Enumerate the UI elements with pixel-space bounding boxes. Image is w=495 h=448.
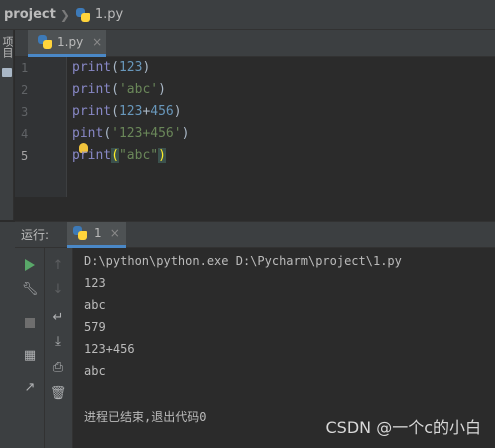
- console-line: 进程已结束,退出代码0: [84, 410, 207, 424]
- editor-bottom-area: [15, 197, 495, 222]
- close-tab-icon[interactable]: ×: [92, 35, 102, 49]
- folder-icon: [2, 68, 12, 77]
- console-line: 579: [84, 320, 106, 334]
- line-number: 2: [21, 83, 29, 97]
- code-line[interactable]: print(123+456): [72, 101, 182, 123]
- python-file-icon: [73, 226, 88, 240]
- python-file-icon: [75, 7, 90, 22]
- left-tool-strip: 项目: [0, 30, 14, 220]
- console-line: D:\python\python.exe D:\Pycharm\project\…: [84, 254, 402, 268]
- console-line: abc: [84, 364, 106, 378]
- wrench-icon[interactable]: 🔧︎: [21, 280, 39, 298]
- code-editor[interactable]: print(123) print('abc') print(123+456) p…: [68, 57, 495, 197]
- watermark: CSDN @一个c的小白: [325, 418, 481, 437]
- code-line[interactable]: print('abc'): [72, 79, 166, 101]
- breadcrumb-file[interactable]: 1.py: [95, 7, 123, 22]
- editor-tab-bar: 1.py ×: [15, 30, 495, 57]
- run-tab-1[interactable]: 1 ×: [67, 221, 126, 248]
- pin-icon[interactable]: ↗: [21, 378, 39, 396]
- editor-tab-1py[interactable]: 1.py ×: [28, 30, 106, 57]
- code-line[interactable]: print("abc"): [72, 145, 166, 167]
- scroll-to-end-icon[interactable]: ⤓: [49, 332, 67, 350]
- soft-wrap-icon[interactable]: ↵: [49, 308, 67, 326]
- run-tab-label: 1: [94, 226, 102, 240]
- python-file-icon: [38, 35, 52, 49]
- editor-tab-label: 1.py: [57, 35, 84, 49]
- navigation-bar: project ❯ 1.py: [0, 0, 495, 30]
- run-panel-title: 运行:: [21, 228, 50, 242]
- line-number: 5: [21, 149, 29, 163]
- project-tool-window-button[interactable]: 项目: [1, 36, 14, 58]
- up-arrow-icon[interactable]: ↑: [49, 256, 67, 274]
- code-line[interactable]: print(123): [72, 57, 150, 79]
- code-line[interactable]: p int('123+456'): [72, 123, 189, 153]
- line-number: 4: [21, 127, 29, 141]
- console-line: abc: [84, 298, 106, 312]
- breadcrumb-project[interactable]: project: [4, 7, 56, 22]
- run-icon[interactable]: [21, 256, 39, 274]
- print-icon[interactable]: ⎙: [49, 358, 67, 376]
- console-line: 123: [84, 276, 106, 290]
- stop-icon[interactable]: [21, 314, 39, 332]
- run-toolbar: 🔧︎ ▦ ↗: [15, 248, 45, 448]
- breadcrumb-separator-icon: ❯: [59, 7, 70, 22]
- run-toolbar-secondary: ↑ ↓ ↵ ⤓ ⎙ 🗑︎: [45, 248, 73, 448]
- down-arrow-icon[interactable]: ↓: [49, 280, 67, 298]
- editor-gutter: 1 2 3 4 5: [15, 57, 67, 197]
- left-tool-strip-lower: [0, 222, 15, 448]
- line-number: 1: [21, 61, 29, 75]
- run-panel-header: 运行: 1 ×: [15, 221, 495, 248]
- close-run-tab-icon[interactable]: ×: [110, 226, 120, 240]
- trash-icon[interactable]: 🗑︎: [49, 384, 67, 402]
- layout-icon[interactable]: ▦: [21, 346, 39, 364]
- line-number: 3: [21, 105, 29, 119]
- run-console-output[interactable]: D:\python\python.exe D:\Pycharm\project\…: [74, 248, 495, 448]
- console-line: 123+456: [84, 342, 135, 356]
